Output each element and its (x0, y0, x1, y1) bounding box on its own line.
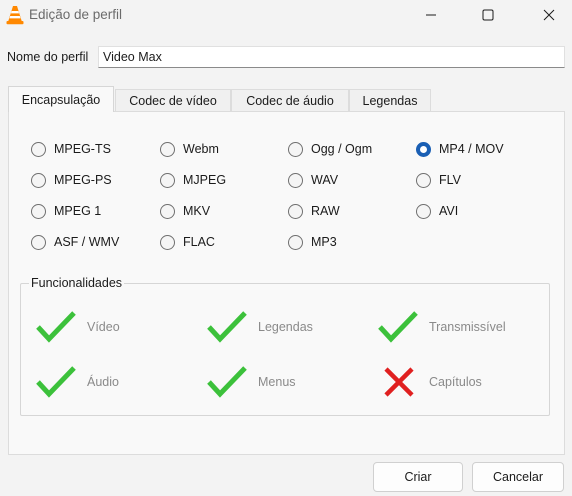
check-icon (36, 366, 76, 398)
radio-asf-wmv[interactable]: ASF / WMV (31, 233, 119, 251)
check-icon (378, 311, 418, 343)
radio-webm[interactable]: Webm (160, 140, 219, 158)
feature-label-menus: Menus (258, 375, 296, 389)
radio-button[interactable] (160, 234, 175, 250)
radio-button[interactable] (416, 172, 431, 188)
radio-label: WAV (311, 173, 339, 187)
radio-label: Ogg / Ogm (311, 142, 373, 156)
radio-mp4-mov[interactable]: MP4 / MOV (416, 140, 504, 158)
close-icon (543, 9, 555, 21)
radio-label: MPEG-TS (54, 142, 111, 156)
radio-label: AVI (439, 204, 459, 218)
check-icon (207, 311, 247, 343)
tab-audio-codec[interactable]: Codec de áudio (231, 89, 349, 111)
radio-label: MPEG-PS (54, 173, 112, 187)
radio-button[interactable] (31, 172, 46, 188)
radio-wav[interactable]: WAV (288, 171, 338, 189)
tab-video-codec[interactable]: Codec de vídeo (115, 89, 231, 111)
radio-button[interactable] (288, 234, 303, 250)
tab-subtitles[interactable]: Legendas (349, 89, 431, 111)
cancel-button[interactable]: Cancelar (472, 462, 564, 492)
radio-button[interactable] (31, 234, 46, 250)
profile-name-input[interactable] (98, 46, 565, 68)
feature-label-video: Vídeo (87, 320, 120, 334)
radio-label: FLAC (183, 235, 215, 249)
create-button[interactable]: Criar (373, 462, 463, 492)
radio-label: MP3 (311, 235, 337, 249)
radio-button[interactable] (31, 141, 46, 157)
minimize-icon (426, 14, 436, 16)
feature-label-subtitles: Legendas (258, 320, 313, 334)
radio-button[interactable] (416, 203, 431, 219)
tab-encapsulation[interactable]: Encapsulação (8, 86, 114, 112)
minimize-button[interactable] (408, 0, 454, 30)
radio-mp3[interactable]: MP3 (288, 233, 337, 251)
radio-ogg-ogm[interactable]: Ogg / Ogm (288, 140, 372, 158)
radio-button-selected[interactable] (416, 141, 431, 157)
maximize-button[interactable] (465, 0, 511, 30)
radio-label: FLV (439, 173, 461, 187)
radio-label: MJPEG (183, 173, 227, 187)
radio-flv[interactable]: FLV (416, 171, 461, 189)
radio-button[interactable] (160, 172, 175, 188)
check-icon (207, 366, 247, 398)
radio-flac[interactable]: FLAC (160, 233, 215, 251)
feature-label-streamable: Transmissível (429, 320, 506, 334)
maximize-icon (482, 9, 494, 21)
radio-button[interactable] (288, 203, 303, 219)
radio-button[interactable] (288, 141, 303, 157)
radio-raw[interactable]: RAW (288, 202, 340, 220)
radio-mpeg-ts[interactable]: MPEG-TS (31, 140, 111, 158)
radio-avi[interactable]: AVI (416, 202, 458, 220)
feature-label-chapters: Capítulos (429, 375, 482, 389)
radio-label: Webm (183, 142, 219, 156)
radio-mpeg-1[interactable]: MPEG 1 (31, 202, 101, 220)
radio-label: MP4 / MOV (439, 142, 504, 156)
radio-button[interactable] (31, 203, 46, 219)
radio-label: MKV (183, 204, 211, 218)
radio-mkv[interactable]: MKV (160, 202, 210, 220)
radio-mpeg-ps[interactable]: MPEG-PS (31, 171, 112, 189)
title-bar: Edição de perfil (0, 0, 572, 32)
feature-label-audio: Áudio (87, 375, 119, 389)
close-button[interactable] (526, 0, 572, 30)
check-icon (36, 311, 76, 343)
radio-button[interactable] (288, 172, 303, 188)
cross-icon (384, 367, 414, 397)
features-groupbox (20, 283, 550, 416)
profile-name-label: Nome do perfil (7, 50, 89, 64)
radio-label: RAW (311, 204, 340, 218)
window-title: Edição de perfil (29, 7, 123, 22)
vlc-cone-icon (6, 5, 24, 25)
radio-label: MPEG 1 (54, 204, 102, 218)
radio-mjpeg[interactable]: MJPEG (160, 171, 226, 189)
features-title: Funcionalidades (29, 276, 125, 290)
radio-label: ASF / WMV (54, 235, 120, 249)
radio-button[interactable] (160, 141, 175, 157)
radio-button[interactable] (160, 203, 175, 219)
